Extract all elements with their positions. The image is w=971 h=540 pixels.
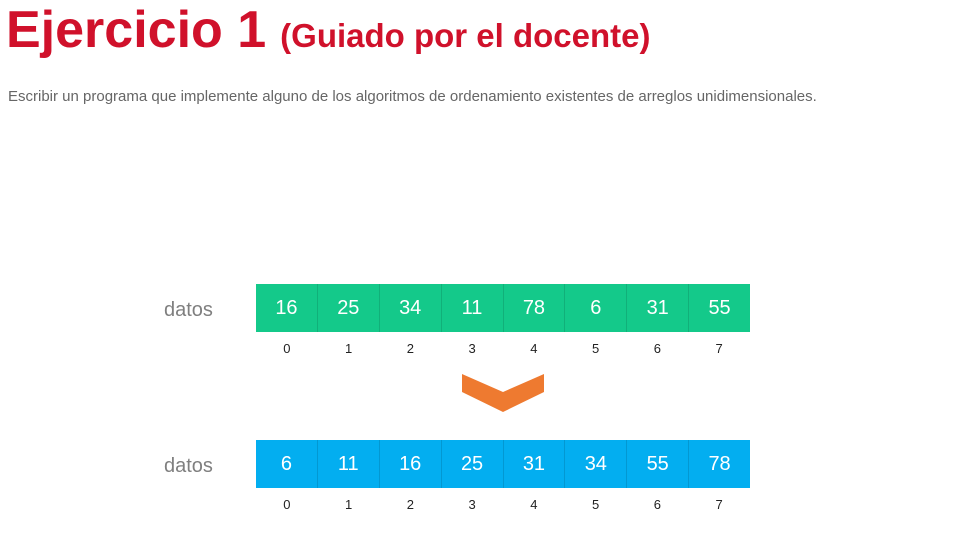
array-unsorted: 16 25 34 11 78 6 31 55 bbox=[256, 284, 750, 332]
array-indices-unsorted: 0 1 2 3 4 5 6 7 bbox=[256, 341, 750, 361]
array-index: 0 bbox=[283, 341, 291, 356]
array-cell: 16 bbox=[380, 440, 442, 488]
array-cell: 6 bbox=[256, 440, 318, 488]
array-index: 6 bbox=[653, 497, 661, 512]
array-index: 1 bbox=[345, 497, 353, 512]
array-index: 3 bbox=[468, 497, 476, 512]
array-cell: 16 bbox=[256, 284, 318, 332]
array-cell: 78 bbox=[708, 452, 731, 475]
array-cell: 25 bbox=[442, 440, 504, 488]
exercise-description: Escribir un programa que implemente algu… bbox=[8, 88, 817, 105]
array-index: 2 bbox=[406, 497, 414, 512]
array-index: 5 bbox=[592, 497, 600, 512]
array-index: 5 bbox=[592, 341, 600, 356]
array-cell: 31 bbox=[627, 284, 690, 332]
array-cell: 31 bbox=[504, 440, 566, 488]
array-index: 1 bbox=[345, 341, 353, 356]
array-cell: 78 bbox=[504, 284, 566, 332]
array-index: 2 bbox=[406, 341, 414, 356]
page-title: Ejercicio 1 (Guiado por el docente) bbox=[6, 0, 651, 60]
array-index: 3 bbox=[468, 341, 476, 356]
array-cell: 11 bbox=[318, 440, 380, 488]
array-index: 4 bbox=[530, 341, 538, 356]
array-cell: 25 bbox=[318, 284, 380, 332]
array-indices-sorted: 0 1 2 3 4 5 6 7 bbox=[256, 497, 750, 517]
array-cell: 55 bbox=[627, 440, 690, 488]
title-main: Ejercicio 1 bbox=[6, 1, 267, 59]
array-label-unsorted: datos bbox=[164, 299, 213, 321]
array-cell: 34 bbox=[565, 440, 628, 488]
array-index: 6 bbox=[653, 341, 661, 356]
array-index: 0 bbox=[283, 497, 291, 512]
array-index: 7 bbox=[715, 497, 723, 512]
array-index: 7 bbox=[715, 341, 723, 356]
array-sorted: 6 11 16 25 31 34 55 78 bbox=[256, 440, 750, 488]
array-index: 4 bbox=[530, 497, 538, 512]
array-cell: 11 bbox=[442, 284, 504, 332]
title-subtitle: (Guiado por el docente) bbox=[280, 17, 651, 54]
array-cell: 34 bbox=[380, 284, 442, 332]
array-label-sorted: datos bbox=[164, 455, 213, 477]
array-cell: 55 bbox=[708, 296, 731, 319]
chevron-down-icon bbox=[462, 374, 544, 412]
array-cell: 6 bbox=[565, 284, 628, 332]
